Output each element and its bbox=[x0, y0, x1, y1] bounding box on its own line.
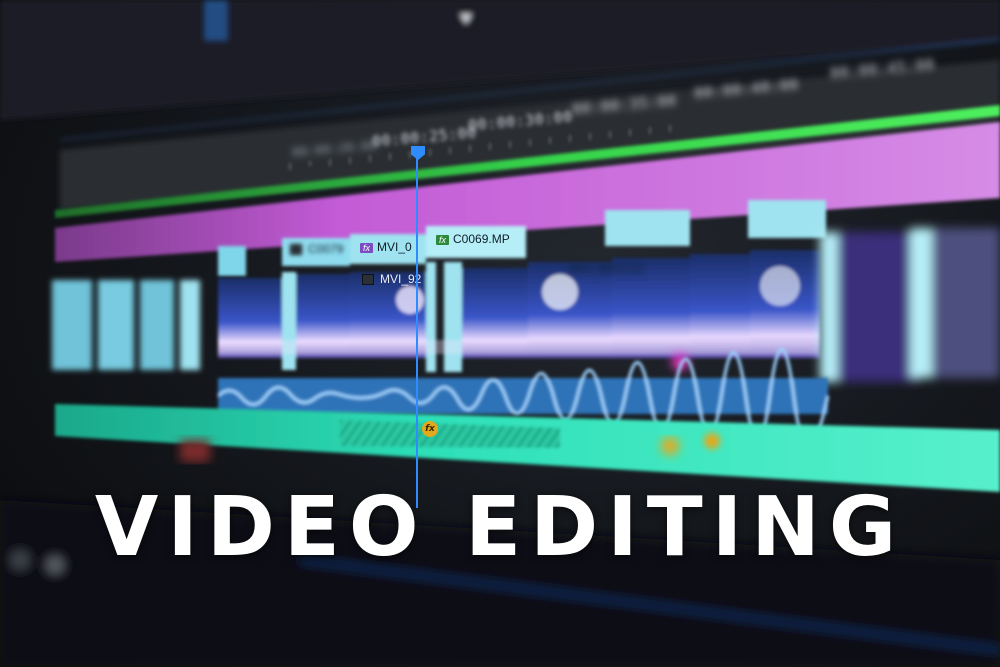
clip-thumbnail-icon bbox=[362, 274, 374, 286]
clip-label[interactable]: C0079 bbox=[290, 242, 343, 256]
fx-badge-icon: fx bbox=[360, 243, 374, 253]
playhead-line[interactable] bbox=[416, 158, 418, 508]
clip-label[interactable]: fx C0069.MP bbox=[436, 232, 510, 246]
marker-icon[interactable] bbox=[704, 433, 720, 449]
clip-label[interactable]: MVI_9203 [V] bbox=[570, 262, 643, 276]
marker-icon[interactable]: fx bbox=[422, 421, 438, 437]
clip-label[interactable]: MVI_92 bbox=[362, 272, 421, 286]
clip-label[interactable]: fx MVI_0 bbox=[360, 240, 412, 254]
editor-screenshot: 00:00:20:00 00:00:25:00 00:00:30:00 00:0… bbox=[0, 0, 1000, 667]
fx-badge-icon: fx bbox=[436, 235, 450, 245]
page-title: VIDEO EDITING bbox=[94, 480, 906, 575]
clip-thumbnail-icon bbox=[290, 244, 302, 256]
